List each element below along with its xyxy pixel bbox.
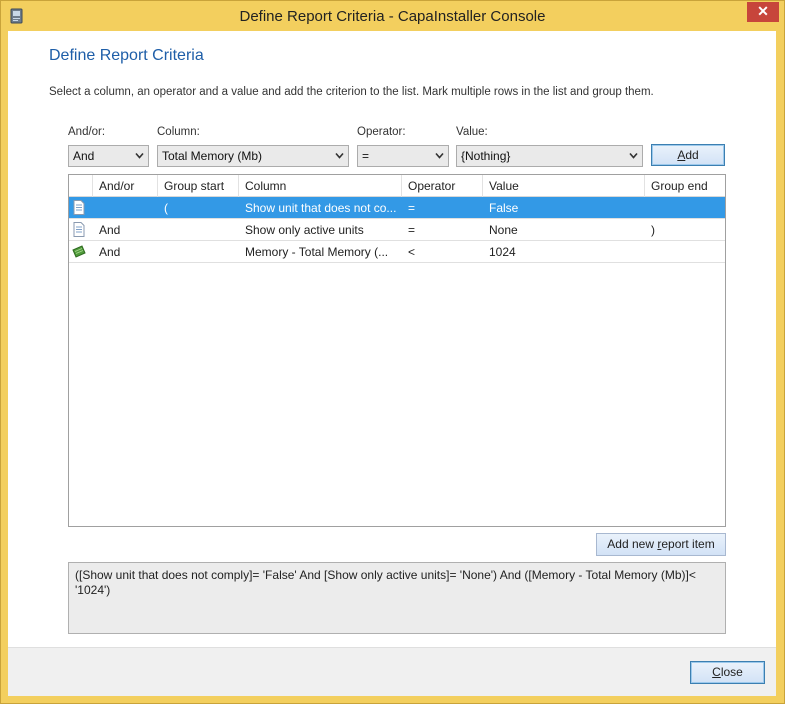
row-column: Show only active units <box>245 223 364 237</box>
operator-label: Operator: <box>357 126 406 138</box>
criteria-grid[interactable]: And/or Group start Column Operator Value… <box>68 174 726 527</box>
grid-header-operator[interactable]: Operator <box>402 175 483 197</box>
chevron-down-icon <box>335 152 344 159</box>
title-bar[interactable]: Define Report Criteria - CapaInstaller C… <box>1 1 784 32</box>
row-value: 1024 <box>489 245 516 259</box>
row-operator: = <box>408 201 416 215</box>
grid-header-group-end[interactable]: Group end <box>645 175 725 197</box>
table-row[interactable]: And Memory - Total Memory (... < 1024 <box>69 241 725 263</box>
close-icon: ✕ <box>757 3 769 19</box>
document-icon <box>73 222 85 237</box>
instructions-text: Select a column, an operator and a value… <box>49 86 654 98</box>
report-button-label-post: eport item <box>661 537 715 551</box>
andor-select-value: And <box>73 149 95 163</box>
row-group-end <box>645 241 725 263</box>
table-row[interactable]: ( Show unit that does not co... = False <box>69 197 725 219</box>
row-group-start <box>158 219 239 241</box>
close-button-accelerator: C <box>712 665 721 679</box>
row-group-start <box>158 241 239 263</box>
close-button-label-post: lose <box>720 665 743 679</box>
dialog-footer <box>8 647 776 696</box>
row-group-end <box>645 197 725 219</box>
row-andor <box>93 197 158 219</box>
value-label: Value: <box>456 126 488 138</box>
column-select-value: Total Memory (Mb) <box>162 149 263 163</box>
row-andor: And <box>99 245 121 259</box>
add-button[interactable]: Add <box>651 144 725 166</box>
chevron-down-icon <box>629 152 638 159</box>
memory-chip-icon <box>72 245 86 258</box>
value-select[interactable]: {Nothing} <box>456 145 643 167</box>
operator-select[interactable]: = <box>357 145 449 167</box>
grid-header-andor[interactable]: And/or <box>93 175 158 197</box>
window-title: Define Report Criteria - CapaInstaller C… <box>239 8 546 25</box>
row-operator: < <box>408 245 416 259</box>
column-label: Column: <box>157 126 200 138</box>
row-operator: = <box>408 223 416 237</box>
chevron-down-icon <box>135 152 144 159</box>
grid-header-value[interactable]: Value <box>483 175 645 197</box>
add-new-report-item-button[interactable]: Add new report item <box>596 533 726 556</box>
andor-select[interactable]: And <box>68 145 149 167</box>
row-group-start: ( <box>164 201 168 215</box>
andor-label: And/or: <box>68 126 106 138</box>
grid-header-icon-col <box>69 175 93 197</box>
row-value: None <box>489 223 518 237</box>
row-value: False <box>489 201 519 215</box>
column-select[interactable]: Total Memory (Mb) <box>157 145 349 167</box>
value-select-value: {Nothing} <box>461 149 511 163</box>
row-column: Show unit that does not co... <box>245 201 397 215</box>
table-row[interactable]: And Show only active units = None ) <box>69 219 725 241</box>
operator-select-value: = <box>362 149 370 163</box>
window-close-button[interactable]: ✕ <box>747 2 779 22</box>
close-button[interactable]: Close <box>690 661 765 684</box>
grid-header-group-start[interactable]: Group start <box>158 175 239 197</box>
row-column: Memory - Total Memory (... <box>245 245 389 259</box>
document-icon <box>73 200 85 215</box>
add-button-label-post: dd <box>685 148 699 162</box>
row-andor: And <box>99 223 121 237</box>
grid-header-column[interactable]: Column <box>239 175 402 197</box>
report-button-label-pre: Add new <box>607 537 658 551</box>
row-group-end: ) <box>651 223 655 237</box>
chevron-down-icon <box>435 152 444 159</box>
criteria-expression-box[interactable]: ([Show unit that does not comply]= 'Fals… <box>68 562 726 634</box>
page-title: Define Report Criteria <box>49 47 204 64</box>
grid-header: And/or Group start Column Operator Value… <box>69 175 725 197</box>
